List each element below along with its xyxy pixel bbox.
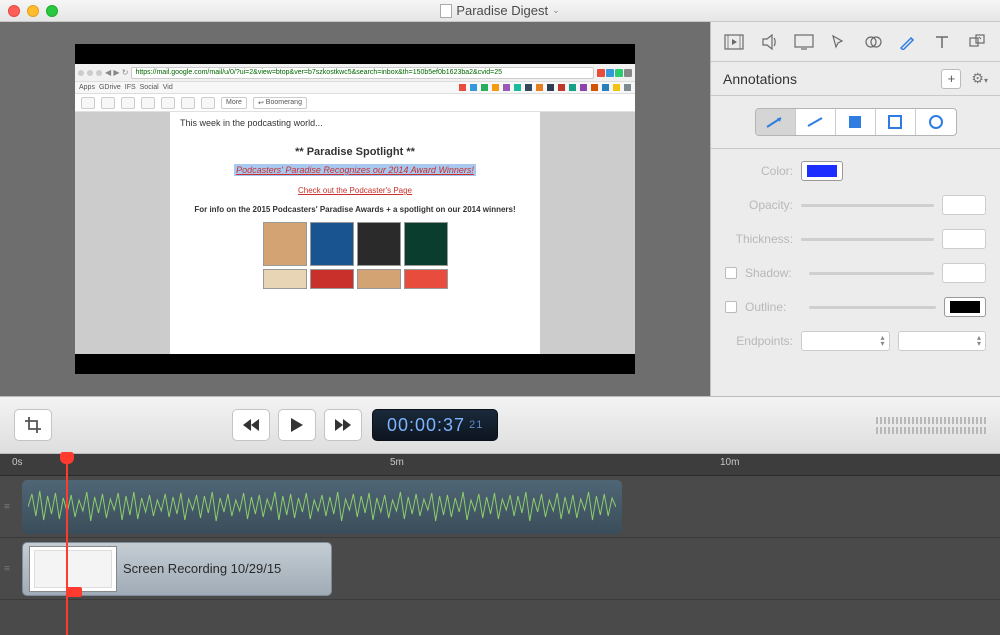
audio-tab-icon[interactable] bbox=[759, 32, 779, 52]
shadow-slider[interactable] bbox=[809, 272, 934, 275]
panel-settings-gear-icon[interactable]: ⚙▾ bbox=[971, 70, 988, 87]
color-label: Color: bbox=[725, 164, 793, 178]
media-tab-icon[interactable] bbox=[967, 32, 987, 52]
timeline-ruler[interactable]: 0s 5m 10m bbox=[0, 454, 1000, 476]
inspector-panel: Annotations + ⚙▾ Color: Opacity: bbox=[710, 22, 1000, 396]
clip-label: Screen Recording 10/29/15 bbox=[123, 561, 281, 576]
color-picker[interactable] bbox=[801, 161, 843, 181]
annotations-tab-icon[interactable] bbox=[897, 32, 917, 52]
cursor-tab-icon[interactable] bbox=[828, 32, 848, 52]
square-filled-shape-button[interactable] bbox=[836, 109, 876, 135]
annotation-shape-selector bbox=[711, 96, 1000, 149]
clip-thumbnail bbox=[29, 546, 117, 592]
inspector-tabs bbox=[711, 22, 1000, 62]
shadow-label: Shadow: bbox=[745, 266, 801, 280]
rewind-button[interactable] bbox=[232, 409, 270, 441]
video-preview: ◀ ▶ ↻ https://mail.google.com/mail/u/0/?… bbox=[75, 44, 635, 374]
shadow-checkbox[interactable] bbox=[725, 267, 737, 279]
thickness-slider[interactable] bbox=[801, 238, 934, 241]
title-dropdown-chevron-icon: ⌄ bbox=[552, 5, 560, 16]
screen-tab-icon[interactable] bbox=[794, 32, 814, 52]
add-annotation-button[interactable]: + bbox=[941, 69, 961, 89]
opacity-value-input[interactable] bbox=[942, 195, 986, 215]
minimize-window-button[interactable] bbox=[27, 5, 39, 17]
circle-outline-shape-button[interactable] bbox=[916, 109, 956, 135]
playhead[interactable] bbox=[66, 454, 68, 635]
email-content: This week in the podcasting world... ** … bbox=[170, 112, 540, 354]
gmail-toolbar: More ↩ Boomerang bbox=[75, 94, 635, 112]
fast-forward-button[interactable] bbox=[324, 409, 362, 441]
callout-tab-icon[interactable] bbox=[863, 32, 883, 52]
thickness-value-input[interactable] bbox=[942, 229, 986, 249]
outline-color-picker[interactable] bbox=[944, 297, 986, 317]
timecode-display[interactable]: 00:00:3721 bbox=[372, 409, 498, 441]
endpoint-start-dropdown[interactable]: ▴▾ bbox=[801, 331, 890, 351]
zoom-window-button[interactable] bbox=[46, 5, 58, 17]
square-outline-shape-button[interactable] bbox=[876, 109, 916, 135]
video-track[interactable]: ≡ Screen Recording 10/29/15 bbox=[0, 538, 1000, 600]
audio-clip[interactable] bbox=[22, 480, 622, 534]
shadow-value-input[interactable] bbox=[942, 263, 986, 283]
endpoints-label: Endpoints: bbox=[725, 334, 793, 348]
outline-checkbox[interactable] bbox=[725, 301, 737, 313]
opacity-slider[interactable] bbox=[801, 204, 934, 207]
bookmark-bar: Apps GDrive IFS Social Vid bbox=[75, 82, 635, 94]
line-shape-button[interactable] bbox=[796, 109, 836, 135]
canvas-area[interactable]: ◀ ▶ ↻ https://mail.google.com/mail/u/0/?… bbox=[0, 22, 710, 396]
panel-title: Annotations bbox=[723, 71, 797, 87]
arrow-shape-button[interactable] bbox=[756, 109, 796, 135]
titlebar: Paradise Digest ⌄ bbox=[0, 0, 1000, 22]
recorded-browser-window: ◀ ▶ ↻ https://mail.google.com/mail/u/0/?… bbox=[75, 64, 635, 354]
close-window-button[interactable] bbox=[8, 5, 20, 17]
endpoint-end-dropdown[interactable]: ▴▾ bbox=[898, 331, 987, 351]
timeline-marker[interactable] bbox=[66, 587, 82, 597]
playback-bar: 00:00:3721 bbox=[0, 396, 1000, 454]
crop-button[interactable] bbox=[14, 409, 52, 441]
window-title: Paradise Digest bbox=[456, 3, 548, 18]
timeline[interactable]: 0s 5m 10m ≡ ≡ Screen Recording 10/29/15 bbox=[0, 454, 1000, 635]
audio-level-meters bbox=[876, 417, 986, 434]
audio-track[interactable]: ≡ bbox=[0, 476, 1000, 538]
document-icon bbox=[440, 4, 452, 18]
play-button[interactable] bbox=[278, 409, 316, 441]
outline-label: Outline: bbox=[745, 300, 801, 314]
thickness-label: Thickness: bbox=[725, 232, 793, 246]
video-tab-icon[interactable] bbox=[724, 32, 744, 52]
track-grip-icon[interactable]: ≡ bbox=[4, 501, 8, 512]
track-grip-icon[interactable]: ≡ bbox=[4, 563, 8, 574]
outline-slider[interactable] bbox=[809, 306, 936, 309]
address-bar: https://mail.google.com/mail/u/0/?ui=2&v… bbox=[131, 67, 594, 79]
opacity-label: Opacity: bbox=[725, 198, 793, 212]
text-tab-icon[interactable] bbox=[932, 32, 952, 52]
